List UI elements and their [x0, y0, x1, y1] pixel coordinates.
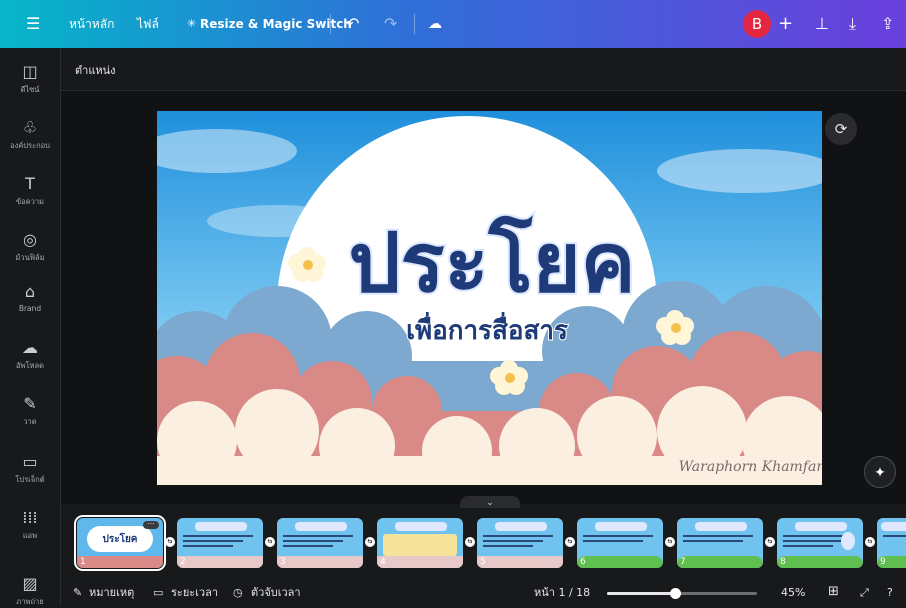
- position-button[interactable]: ตำแหน่ง: [75, 61, 116, 79]
- page-thumbnail[interactable]: 5: [477, 518, 563, 568]
- folder-icon: ▭: [22, 452, 38, 471]
- sidebar-item-label: ดีไซน์: [20, 85, 40, 94]
- sidebar-item-label: องค์ประกอบ: [10, 141, 50, 150]
- add-collaborator-icon[interactable]: +: [778, 14, 793, 34]
- fullscreen-icon[interactable]: ⤢: [860, 586, 869, 600]
- grid-view-icon[interactable]: ⊞: [828, 585, 839, 599]
- redo-icon[interactable]: ↷: [384, 14, 397, 34]
- page-number: 3: [280, 557, 286, 567]
- notes-button[interactable]: หมายเหตุ: [89, 586, 134, 600]
- duration-button[interactable]: ระยะเวลา: [171, 586, 218, 600]
- transition-icon[interactable]: ⇆: [865, 537, 875, 547]
- sidebar-item-label: โปรเจ็กต์: [15, 475, 45, 484]
- page-thumbnail[interactable]: 9: [877, 518, 906, 568]
- zoom-slider[interactable]: [607, 588, 757, 599]
- zoom-slider-fill: [607, 592, 675, 595]
- user-avatar[interactable]: B: [743, 10, 771, 38]
- help-icon[interactable]: ?: [887, 586, 893, 600]
- page-thumbnail[interactable]: 2: [177, 518, 263, 568]
- download-icon[interactable]: ⤓: [849, 14, 856, 34]
- sidebar-item-uploads[interactable]: ☁ อัพโหลด: [0, 338, 60, 372]
- page-number: 7: [680, 557, 686, 567]
- transition-icon[interactable]: ⇆: [565, 537, 575, 547]
- magic-sparkle-icon[interactable]: ✦: [864, 456, 896, 488]
- slide-subtitle[interactable]: เพื่อการสื่อสาร: [405, 310, 569, 347]
- transition-icon[interactable]: ⇆: [165, 537, 175, 547]
- upload-icon: ☁: [22, 338, 38, 357]
- page-number: 6: [580, 557, 586, 567]
- text-icon: T: [25, 174, 35, 193]
- sidebar-item-label: ภาพถ่าย: [16, 597, 44, 606]
- magic-wand-icon: ✳: [187, 17, 197, 30]
- transition-icon[interactable]: ⇆: [665, 537, 675, 547]
- page-thumbnail[interactable]: 3: [277, 518, 363, 568]
- add-comment-icon[interactable]: ⟳: [825, 113, 857, 145]
- slide-artwork: ประโยค เพื่อการสื่อสาร Waraphorn Khamfan: [157, 111, 822, 485]
- slide-title[interactable]: ประโยค: [346, 214, 637, 313]
- sidebar-item-label: อัพโหลด: [16, 361, 44, 370]
- elements-icon: ♧: [22, 118, 38, 137]
- sidebar-item-label: แอพ: [22, 531, 38, 540]
- sidebar-item-elements[interactable]: ♧ องค์ประกอบ: [0, 118, 60, 152]
- undo-icon[interactable]: ↶: [346, 14, 359, 34]
- notes-icon[interactable]: ✎: [73, 586, 82, 600]
- timer-icon[interactable]: ◷: [233, 586, 243, 600]
- share-icon[interactable]: ⇪: [881, 14, 894, 34]
- page-thumbnail[interactable]: 8: [777, 518, 863, 568]
- home-button[interactable]: หน้าหลัก: [69, 0, 114, 48]
- apps-icon: ⁞⁞⁞: [22, 508, 38, 527]
- more-options-icon[interactable]: ···: [143, 521, 159, 529]
- page-number: 5: [480, 557, 486, 567]
- hamburger-menu-icon[interactable]: ☰: [26, 14, 40, 34]
- analytics-icon[interactable]: ⊥: [815, 14, 829, 34]
- page-number: 9: [880, 557, 886, 567]
- page-number: 2: [180, 557, 186, 567]
- transition-icon[interactable]: ⇆: [765, 537, 775, 547]
- brand-icon: ⌂: [24, 282, 36, 301]
- timer-button[interactable]: ตัวจับเวลา: [251, 586, 301, 600]
- page-number: 4: [380, 557, 386, 567]
- sidebar-item-camera-roll[interactable]: ◎ ม้วนฟิล์ม: [0, 230, 60, 264]
- duration-icon[interactable]: ▭: [153, 586, 163, 600]
- sidebar-item-draw[interactable]: ✎ วาด: [0, 394, 60, 428]
- zoom-level[interactable]: 45%: [781, 586, 805, 600]
- page-thumbnail[interactable]: 7: [677, 518, 763, 568]
- design-icon: ◫: [22, 62, 38, 81]
- toolbar-divider: [330, 14, 331, 34]
- page-indicator[interactable]: หน้า 1 / 18: [534, 586, 590, 600]
- sidebar-item-label: ม้วนฟิล์ม: [15, 253, 45, 262]
- sidebar-item-brand[interactable]: ⌂ Brand: [0, 282, 60, 313]
- sidebar-item-projects[interactable]: ▭ โปรเจ็กต์: [0, 452, 60, 486]
- page-thumbnail[interactable]: ประโยค 1 ···: [74, 515, 166, 571]
- page-thumbnail[interactable]: 6: [577, 518, 663, 568]
- draw-icon: ✎: [23, 394, 37, 413]
- page-number: 8: [780, 557, 786, 567]
- bottom-bar: ✎ หมายเหตุ ▭ ระยะเวลา ◷ ตัวจับเวลา หน้า …: [61, 580, 906, 606]
- slide-canvas[interactable]: ประโยค เพื่อการสื่อสาร Waraphorn Khamfan: [157, 111, 822, 485]
- left-sidebar: ◫ ดีไซน์ ♧ องค์ประกอบ T ข้อความ ◎ ม้วนฟิ…: [0, 48, 61, 606]
- sidebar-item-apps[interactable]: ⁞⁞⁞ แอพ: [0, 508, 60, 542]
- toolbar-divider: [414, 14, 415, 34]
- transition-icon[interactable]: ⇆: [465, 537, 475, 547]
- transition-icon[interactable]: ⇆: [265, 537, 275, 547]
- sidebar-item-label: Brand: [18, 304, 42, 313]
- thumbnail-title: ประโยค: [102, 534, 138, 545]
- transition-icon[interactable]: ⇆: [365, 537, 375, 547]
- sidebar-item-design[interactable]: ◫ ดีไซน์: [0, 62, 60, 96]
- sidebar-item-text[interactable]: T ข้อความ: [0, 174, 60, 208]
- photos-icon: ▨: [22, 574, 38, 593]
- page-thumbnail-strip: ประโยค 1 ··· ⇆ 2 ⇆ 3 ⇆ 4 ⇆ 5 ⇆ 6 ⇆ 7 ⇆ 8…: [61, 508, 906, 580]
- file-menu-button[interactable]: ไฟล์: [137, 0, 159, 48]
- top-toolbar: ☰ หน้าหลัก ไฟล์ ✳ Resize & Magic Switch …: [0, 0, 906, 48]
- sidebar-item-label: วาด: [23, 417, 37, 426]
- camera-icon: ◎: [23, 230, 37, 249]
- page-number: 1: [80, 557, 86, 567]
- context-toolbar: ตำแหน่ง: [61, 48, 906, 91]
- page-thumbnail[interactable]: 4: [377, 518, 463, 568]
- sidebar-item-label: ข้อความ: [15, 197, 44, 206]
- zoom-slider-knob[interactable]: [670, 588, 681, 599]
- slide-signature[interactable]: Waraphorn Khamfan: [679, 459, 822, 475]
- sidebar-item-photos[interactable]: ▨ ภาพถ่าย: [0, 574, 60, 608]
- cloud-saved-icon[interactable]: ☁: [428, 14, 442, 34]
